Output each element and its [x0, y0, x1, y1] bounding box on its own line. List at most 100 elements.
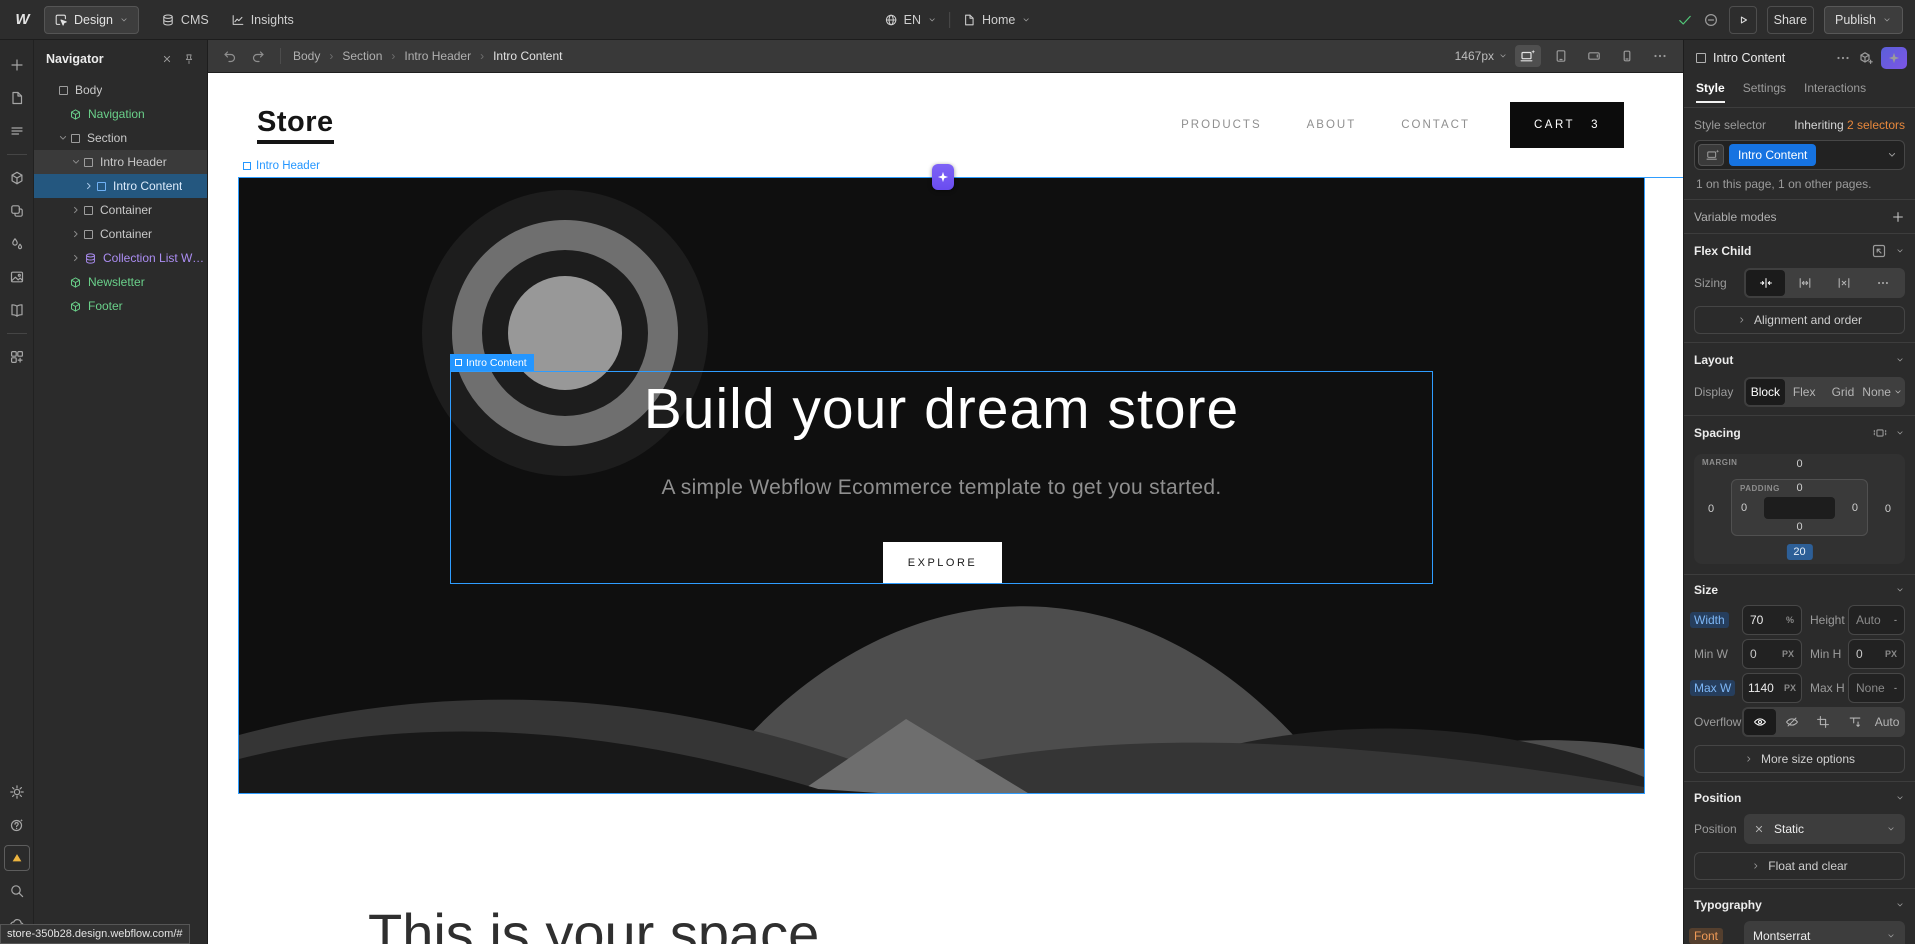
tab-settings[interactable]: Settings	[1743, 76, 1786, 103]
chevron-down-icon[interactable]	[70, 156, 82, 168]
height-unit[interactable]: -	[1894, 615, 1897, 625]
close-icon[interactable]	[161, 53, 173, 65]
redo-icon[interactable]	[250, 48, 266, 64]
more-size-options-button[interactable]: More size options	[1694, 745, 1905, 773]
page-switcher[interactable]: Home	[962, 13, 1031, 27]
tab-interactions[interactable]: Interactions	[1804, 76, 1866, 103]
min-height-unit[interactable]: PX	[1885, 649, 1897, 659]
navigator-item-newsletter[interactable]: Newsletter	[34, 270, 207, 294]
help-button[interactable]	[4, 812, 30, 838]
insights-button[interactable]: Insights	[231, 13, 294, 27]
intro-header-selection-label[interactable]: Intro Header	[243, 160, 320, 172]
intro-content-selection-label[interactable]: Intro Content	[450, 354, 534, 371]
flex-parent-icon[interactable]	[1871, 243, 1887, 259]
breakpoint-portrait-button[interactable]	[1614, 45, 1640, 67]
canvas-width-control[interactable]: 1467px	[1455, 49, 1508, 63]
nav-link-products[interactable]: PRODUCTS	[1181, 119, 1262, 131]
chevron-right-icon[interactable]	[70, 228, 82, 240]
max-width-input[interactable]: 1140PX	[1742, 673, 1802, 703]
chevron-down-icon[interactable]	[1895, 900, 1905, 910]
max-height-input[interactable]: None-	[1848, 673, 1905, 703]
min-width-unit[interactable]: PX	[1782, 649, 1794, 659]
padding-right-value[interactable]: 0	[1852, 502, 1858, 514]
margin-top-value[interactable]: 0	[1694, 458, 1905, 470]
chevron-down-icon[interactable]	[1895, 428, 1905, 438]
display-flex-option[interactable]: Flex	[1785, 379, 1824, 405]
add-element-handle[interactable]	[932, 164, 954, 190]
breakpoint-tablet-button[interactable]	[1548, 45, 1574, 67]
settings-button[interactable]	[4, 779, 30, 805]
variables-button[interactable]	[4, 231, 30, 257]
pages-button[interactable]	[4, 85, 30, 111]
chevron-right-icon[interactable]	[70, 252, 82, 264]
pin-icon[interactable]	[183, 53, 195, 65]
add-variable-mode-icon[interactable]	[1891, 210, 1905, 224]
apps-button[interactable]	[4, 344, 30, 370]
overflow-auto-option[interactable]: Auto	[1871, 709, 1903, 735]
typography-section-header[interactable]: Typography	[1684, 889, 1915, 921]
size-section-header[interactable]: Size	[1684, 575, 1915, 605]
components-button[interactable]	[4, 165, 30, 191]
margin-bottom-value[interactable]: 20	[1786, 544, 1812, 560]
assets-button[interactable]	[4, 264, 30, 290]
spacing-mode-icon[interactable]	[1873, 426, 1887, 440]
cart-button[interactable]: CART 3	[1510, 102, 1624, 148]
padding-left-value[interactable]: 0	[1741, 502, 1747, 514]
spacing-section-header[interactable]: Spacing	[1684, 416, 1915, 450]
chevron-down-icon[interactable]	[1895, 246, 1905, 256]
style-selector-field[interactable]: Intro Content	[1694, 140, 1905, 170]
nav-link-about[interactable]: ABOUT	[1307, 119, 1357, 131]
ai-assistant-button[interactable]	[1881, 47, 1907, 69]
display-block-option[interactable]: Block	[1746, 379, 1785, 405]
locale-switcher[interactable]: EN	[884, 13, 937, 27]
breadcrumb-intro-header[interactable]: Intro Header	[404, 49, 471, 63]
inheriting-info[interactable]: Inheriting 2 selectors	[1794, 118, 1905, 132]
chevron-down-icon[interactable]	[1895, 355, 1905, 365]
position-select[interactable]: Static	[1744, 814, 1905, 844]
alignment-order-button[interactable]: Alignment and order	[1694, 306, 1905, 334]
navigator-item-body[interactable]: Body	[34, 78, 207, 102]
overflow-scroll-option[interactable]	[1839, 709, 1871, 735]
navigator-item-collection-list[interactable]: Collection List Wra...	[34, 246, 207, 270]
clear-icon[interactable]	[1753, 823, 1765, 835]
display-none-option[interactable]: None	[1862, 379, 1903, 405]
next-section-heading[interactable]: This is your space	[368, 901, 819, 944]
margin-left-value[interactable]: 0	[1708, 503, 1714, 515]
breadcrumb-section[interactable]: Section	[342, 49, 382, 63]
height-input[interactable]: Auto-	[1848, 605, 1905, 635]
sizing-shrink-option[interactable]	[1746, 270, 1785, 296]
comments-icon[interactable]	[1703, 12, 1719, 28]
chevron-down-icon[interactable]	[1895, 585, 1905, 595]
overflow-clip-option[interactable]	[1808, 709, 1840, 735]
width-unit[interactable]: %	[1786, 615, 1794, 625]
navigator-item-intro-header[interactable]: Intro Header	[34, 150, 207, 174]
alerts-button[interactable]	[4, 845, 30, 871]
breakpoint-landscape-button[interactable]	[1581, 45, 1607, 67]
width-input[interactable]: 70%	[1742, 605, 1802, 635]
max-width-unit[interactable]: PX	[1784, 683, 1796, 693]
padding-bottom-value[interactable]: 0	[1732, 521, 1867, 533]
breakpoint-desktop-button[interactable]	[1515, 45, 1541, 67]
design-mode-button[interactable]: Design	[44, 6, 139, 34]
sizing-more-option[interactable]	[1864, 270, 1903, 296]
navigator-item-navigation[interactable]: Navigation	[34, 102, 207, 126]
element-more-icon[interactable]	[1835, 50, 1851, 66]
min-height-input[interactable]: 0PX	[1848, 639, 1905, 669]
share-button[interactable]: Share	[1767, 6, 1814, 34]
breadcrumb-body[interactable]: Body	[293, 49, 320, 63]
tab-style[interactable]: Style	[1696, 76, 1725, 103]
margin-right-value[interactable]: 0	[1885, 503, 1891, 515]
font-select[interactable]: Montserrat	[1744, 921, 1905, 944]
publish-button[interactable]: Publish	[1824, 6, 1903, 34]
layout-section-header[interactable]: Layout	[1684, 343, 1915, 377]
preview-button[interactable]	[1729, 6, 1757, 34]
sizing-grow-option[interactable]	[1785, 270, 1824, 296]
display-grid-option[interactable]: Grid	[1824, 379, 1863, 405]
navigator-button[interactable]	[4, 118, 30, 144]
nav-link-contact[interactable]: CONTACT	[1401, 119, 1470, 131]
class-chip[interactable]: Intro Content	[1729, 144, 1816, 166]
position-section-header[interactable]: Position	[1684, 782, 1915, 814]
canvas-more-button[interactable]	[1647, 45, 1673, 67]
flex-child-section-header[interactable]: Flex Child	[1684, 234, 1915, 268]
site-logo[interactable]: Store	[257, 106, 334, 144]
